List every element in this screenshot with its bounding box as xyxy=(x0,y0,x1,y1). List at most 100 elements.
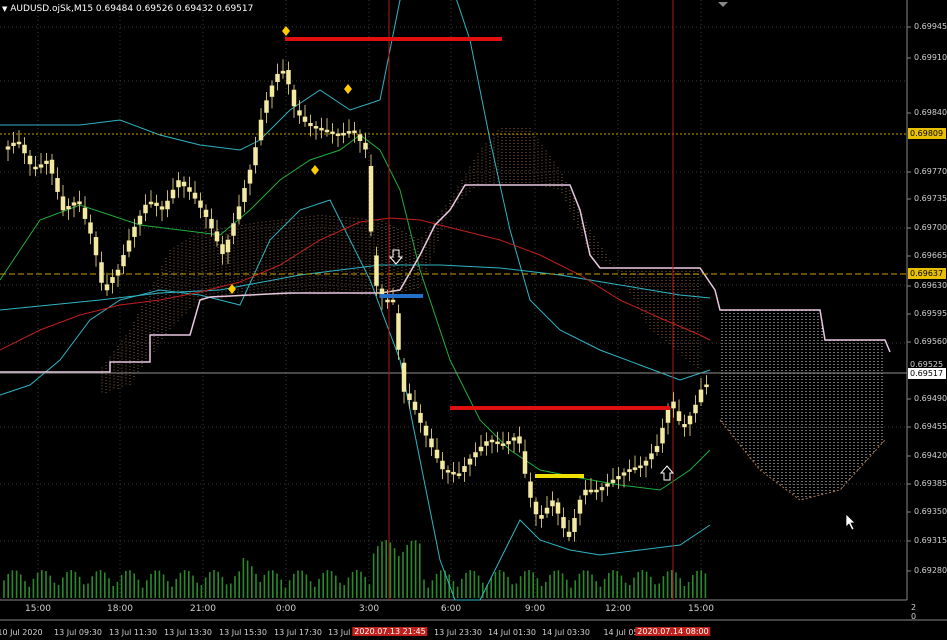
volume-axis-top: 2 xyxy=(911,603,917,612)
candle-body xyxy=(121,255,126,267)
time-tick-label: 15:00 xyxy=(25,604,51,614)
candle-body xyxy=(687,415,693,425)
candle-body xyxy=(93,237,99,256)
time-tick-label: 21:00 xyxy=(190,604,216,614)
candle-body xyxy=(319,127,324,131)
candle-body xyxy=(253,147,258,166)
chart-canvas[interactable] xyxy=(0,0,947,640)
candle-body xyxy=(473,452,478,458)
symbol-info: AUDUSD.ojSk,M15 0.69484 0.69526 0.69432 … xyxy=(10,4,254,14)
candle-body xyxy=(566,531,572,537)
candle-body xyxy=(385,299,390,303)
date-tick-label: 10 Jul 2020 xyxy=(0,628,43,637)
candle-body xyxy=(165,200,170,210)
candle-body xyxy=(561,517,566,529)
candle-body xyxy=(517,436,522,444)
candle-body xyxy=(341,132,346,136)
price-tick-label: 0.69420 xyxy=(914,451,947,460)
price-tick-label: 0.69910 xyxy=(914,53,947,62)
candle-body xyxy=(192,192,198,199)
candle-body xyxy=(154,202,159,206)
candle-body xyxy=(643,460,649,466)
candle-body xyxy=(621,472,627,476)
candle-body xyxy=(159,206,165,210)
time-tick-label: 6:00 xyxy=(440,604,462,614)
price-tick-label: 0.69840 xyxy=(914,108,947,117)
candle-body xyxy=(291,89,297,107)
candle-body xyxy=(264,100,269,113)
candle-body xyxy=(511,437,517,441)
candle-body xyxy=(649,453,654,460)
price-tick-label: 0.69560 xyxy=(914,337,947,346)
price-tick-label: 0.69700 xyxy=(914,223,947,232)
candle-body xyxy=(533,501,539,515)
date-tick-label: 14 Jul 01:30 xyxy=(488,628,536,637)
menu-triangle-icon[interactable]: ▼ xyxy=(2,5,7,13)
dashed-level-tag: 0.69637 xyxy=(908,268,946,279)
price-tick-label: 0.69665 xyxy=(914,251,947,260)
candle-body xyxy=(583,489,588,496)
candle-body xyxy=(242,188,247,202)
candle-body xyxy=(401,362,407,392)
time-tick-label: 9:00 xyxy=(524,604,546,614)
time-tick-label: 3:00 xyxy=(358,604,380,614)
candle-body xyxy=(258,119,264,141)
candle-body xyxy=(198,200,203,208)
candle-body xyxy=(368,166,374,232)
candle-body xyxy=(132,226,137,237)
candle-body xyxy=(170,189,176,199)
candle-body xyxy=(99,262,104,283)
candle-body xyxy=(335,133,341,136)
current-price-tag: 0.69517 xyxy=(908,368,946,379)
price-tick-label: 0.69735 xyxy=(914,194,947,203)
candle-body xyxy=(82,207,88,219)
high-level-tag: 0.69809 xyxy=(908,128,946,139)
candle-body xyxy=(632,467,638,470)
candle-body xyxy=(66,206,71,210)
candle-body xyxy=(484,441,489,446)
candle-body xyxy=(588,489,594,493)
candle-body xyxy=(280,70,286,74)
candle-body xyxy=(236,206,242,220)
candle-body xyxy=(49,159,55,174)
candle-body xyxy=(126,240,132,252)
candle-body xyxy=(572,518,577,532)
candle-body xyxy=(324,129,330,133)
candle-body xyxy=(214,231,220,242)
price-tick-label: 0.69280 xyxy=(914,566,947,575)
candle-body xyxy=(203,209,209,217)
candle-body xyxy=(434,449,440,459)
time-tick-label: 15:00 xyxy=(688,604,714,614)
candle-body xyxy=(60,196,66,211)
candle-body xyxy=(143,204,148,214)
candle-body xyxy=(181,181,187,187)
candle-body xyxy=(671,401,676,409)
candle-body xyxy=(286,70,291,85)
candle-body xyxy=(616,476,621,480)
candle-body xyxy=(522,451,528,474)
candle-body xyxy=(44,160,49,164)
candle-body xyxy=(22,144,27,154)
candle-body xyxy=(390,299,396,303)
candle-body xyxy=(451,471,456,475)
date-tick-label: 14 Jul 05 xyxy=(603,628,639,637)
date-tick-label: 13 Jul 11:30 xyxy=(109,628,157,637)
price-tick-label: 0.69315 xyxy=(914,536,947,545)
candle-body xyxy=(599,487,605,491)
candle-body xyxy=(187,187,192,192)
candle-body xyxy=(302,116,308,122)
candle-body xyxy=(682,423,687,428)
candle-body xyxy=(275,73,280,82)
candle-body xyxy=(539,515,544,519)
candle-body xyxy=(176,180,181,188)
candle-body xyxy=(88,222,93,234)
chart-title: ▼ AUDUSD.ojSk,M15 0.69484 0.69526 0.6943… xyxy=(2,4,253,14)
candle-body xyxy=(693,404,698,414)
candle-body xyxy=(418,412,423,423)
candle-body xyxy=(55,178,60,192)
candle-body xyxy=(462,466,467,472)
candle-body xyxy=(478,446,484,452)
candle-body xyxy=(313,126,319,129)
time-tick-label: 12:00 xyxy=(605,604,631,614)
price-tick-label: 0.69770 xyxy=(914,167,947,176)
